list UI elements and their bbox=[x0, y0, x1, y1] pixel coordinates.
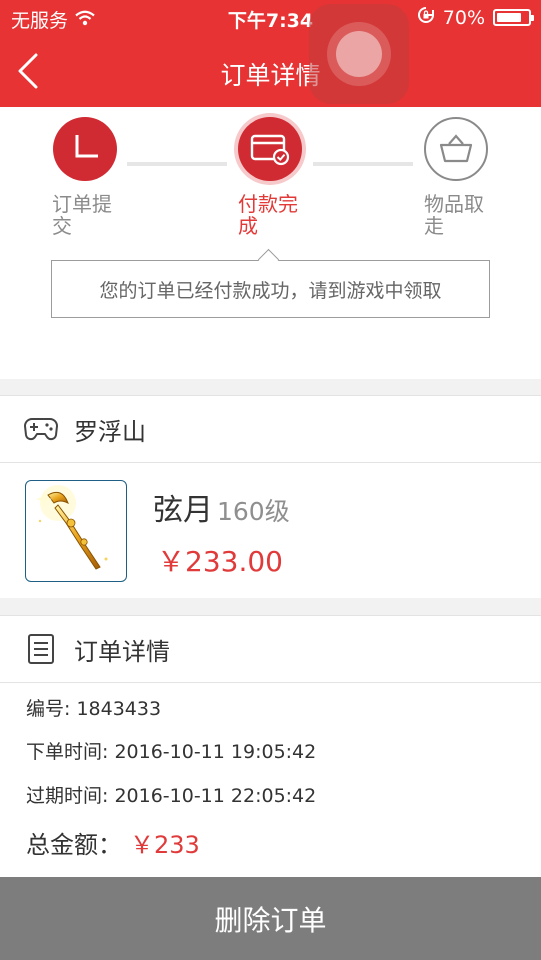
clock-icon bbox=[75, 135, 98, 158]
delete-order-button[interactable]: 删除订单 bbox=[0, 877, 541, 960]
status-right: 70% bbox=[417, 6, 534, 29]
status-bar: 无服务 下午7:34 70% bbox=[0, 0, 541, 36]
step-submitted-label: 订单提交 bbox=[52, 192, 112, 238]
status-tip: 您的订单已经付款成功，请到游戏中领取 bbox=[51, 260, 490, 318]
product-title: 弦月 160级 bbox=[153, 485, 290, 529]
total-value: ￥233 bbox=[130, 831, 200, 859]
order-detail-body: 编号: 1843433 下单时间: 2016-10-11 19:05:42 过期… bbox=[0, 683, 541, 877]
order-total: 总金额： ￥233 bbox=[26, 825, 200, 860]
assistive-touch-button[interactable] bbox=[309, 4, 409, 104]
product-card[interactable]: 弦月 160级 ￥233.00 bbox=[0, 463, 541, 598]
order-detail-header: 订单详情 bbox=[0, 615, 541, 683]
golden-staff-image bbox=[36, 485, 108, 570]
progress-line-2 bbox=[313, 162, 413, 166]
assistive-touch-ring bbox=[327, 22, 391, 86]
step-collected-label: 物品取走 bbox=[424, 192, 484, 238]
game-server-name: 罗浮山 bbox=[74, 417, 146, 446]
step-submitted-circle bbox=[53, 117, 117, 181]
product-name: 弦月 bbox=[153, 493, 213, 528]
assistive-touch-core bbox=[336, 31, 382, 77]
total-label: 总金额： bbox=[26, 831, 122, 859]
game-server-header: 罗浮山 bbox=[0, 395, 541, 463]
order-progress: 订单提交 付款完成 物品取走 bbox=[0, 107, 541, 379]
app-header: 无服务 下午7:34 70% 订单详情 bbox=[0, 0, 541, 107]
order-number: 编号: 1843433 bbox=[26, 698, 162, 720]
step-paid-label: 付款完成 bbox=[238, 192, 298, 238]
battery-icon bbox=[493, 9, 534, 26]
step-collected-circle bbox=[424, 117, 488, 181]
product-image bbox=[25, 480, 127, 582]
rotation-lock-icon bbox=[417, 6, 435, 29]
document-icon bbox=[24, 632, 58, 666]
step-paid-circle bbox=[238, 117, 302, 181]
page-title: 订单详情 bbox=[220, 61, 321, 90]
order-time: 下单时间: 2016-10-11 19:05:42 bbox=[26, 741, 317, 763]
product-price: ￥233.00 bbox=[157, 545, 283, 578]
progress-line-1 bbox=[127, 162, 227, 166]
order-detail-title: 订单详情 bbox=[74, 637, 170, 666]
credit-card-icon bbox=[250, 134, 290, 166]
basket-icon bbox=[439, 134, 473, 163]
product-level: 160级 bbox=[217, 497, 290, 526]
section-divider bbox=[0, 379, 541, 395]
expire-time: 过期时间: 2016-10-11 22:05:42 bbox=[26, 785, 317, 807]
battery-percent: 70% bbox=[442, 6, 485, 29]
status-tip-text: 您的订单已经付款成功，请到游戏中领取 bbox=[99, 279, 442, 302]
section-divider bbox=[0, 598, 541, 615]
nav-bar: 订单详情 bbox=[0, 36, 541, 107]
gamepad-icon bbox=[24, 412, 58, 446]
